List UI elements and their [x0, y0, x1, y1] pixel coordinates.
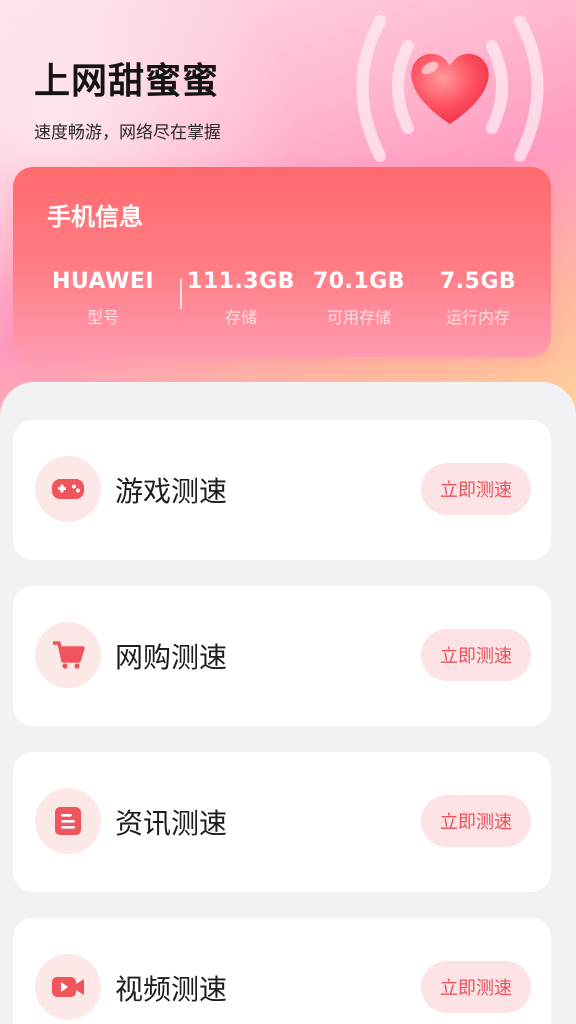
- phone-info-title: 手机信息: [47, 203, 143, 231]
- app-subtitle: 速度畅游，网络尽在掌握: [34, 123, 221, 143]
- header: 上网甜蜜蜜 速度畅游，网络尽在掌握: [34, 52, 221, 143]
- video-speed-test-button[interactable]: 立即测速: [421, 961, 531, 1013]
- phone-info-card: 手机信息 HUAWEI 型号 111.3GB 存储 70.1GB 可用存储 7.…: [13, 167, 551, 357]
- stat-label: 型号: [86, 308, 119, 327]
- gamepad-icon: [35, 456, 101, 522]
- stat-value: 7.5GB: [439, 269, 517, 294]
- test-label: 网购测速: [115, 641, 228, 674]
- stat-value: 111.3GB: [187, 269, 295, 294]
- game-speed-card[interactable]: 游戏测速 立即测速: [13, 420, 551, 560]
- stat-ram: 7.5GB 运行内存: [418, 269, 538, 328]
- app-title: 上网甜蜜蜜: [34, 61, 220, 102]
- stat-label: 可用存储: [326, 308, 391, 327]
- news-icon: [35, 788, 101, 854]
- stat-value: 70.1GB: [312, 269, 406, 294]
- stat-model: HUAWEI 型号: [43, 269, 163, 328]
- heart-signal-icon: [356, 15, 544, 162]
- stat-label: 存储: [224, 308, 257, 327]
- test-label: 游戏测速: [115, 475, 228, 508]
- stat-storage: 111.3GB 存储: [181, 269, 301, 328]
- stat-available-storage: 70.1GB 可用存储: [299, 269, 419, 328]
- video-icon: [35, 954, 101, 1020]
- stat-label: 运行内存: [445, 308, 510, 327]
- video-speed-card[interactable]: 视频测速 立即测速: [13, 918, 551, 1024]
- news-speed-card[interactable]: 资讯测速 立即测速: [13, 752, 551, 892]
- news-speed-test-button[interactable]: 立即测速: [421, 795, 531, 847]
- shopping-cart-icon: [35, 622, 101, 688]
- shopping-speed-card[interactable]: 网购测速 立即测速: [13, 586, 551, 726]
- stat-value: HUAWEI: [51, 269, 155, 294]
- test-label: 视频测速: [115, 973, 228, 1006]
- shopping-speed-test-button[interactable]: 立即测速: [421, 629, 531, 681]
- test-label: 资讯测速: [115, 807, 228, 840]
- game-speed-test-button[interactable]: 立即测速: [421, 463, 531, 515]
- speed-test-panel: 游戏测速 立即测速 网购测速 立即测速 资讯测速 立即测速 视频测速 立即测速: [0, 382, 576, 1024]
